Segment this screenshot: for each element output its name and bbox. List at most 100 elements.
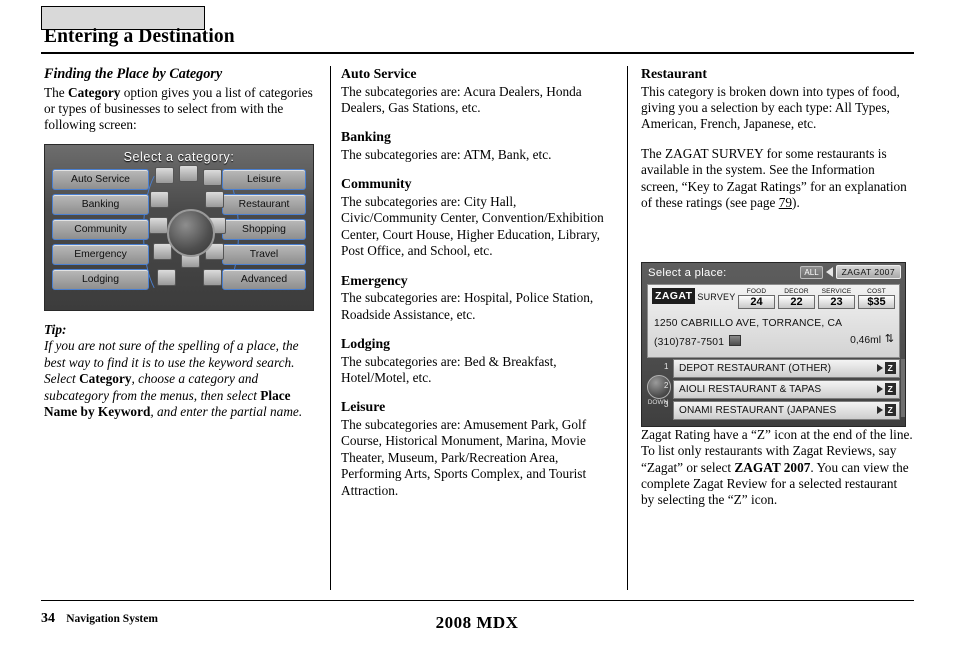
- category-button-emergency[interactable]: Emergency: [52, 244, 149, 265]
- zagat-scores: FOOD 24 DECOR 22 SERVICE 23 COST $35: [738, 288, 895, 309]
- subheading-restaurant: Restaurant: [641, 66, 707, 81]
- category-button-auto-service[interactable]: Auto Service: [52, 169, 149, 190]
- section-heading-finding-place: Finding the Place by Category: [44, 66, 223, 82]
- warning-icon: [153, 243, 172, 260]
- zagat-score-cost-label: COST: [867, 288, 886, 295]
- place-item-number-2: 2: [664, 381, 669, 390]
- place-item-name-2: AIOLI RESTAURANT & TAPAS: [679, 384, 822, 395]
- zagat-score-cost-value: $35: [858, 295, 895, 309]
- place-item-number-1: 1: [664, 362, 669, 371]
- column-divider-1: [330, 66, 331, 590]
- select-a-category-screen: Select a category: Auto Service Banking …: [44, 144, 314, 311]
- category-button-shopping[interactable]: Shopping: [222, 219, 306, 240]
- select-a-place-screen: Select a place: ALL ZAGAT 2007 ZAGAT SUR…: [641, 262, 906, 427]
- category-button-community[interactable]: Community: [52, 219, 149, 240]
- subheading-auto-service: Auto Service: [341, 66, 417, 81]
- manual-page: Entering a Destination Finding the Place…: [0, 0, 954, 652]
- subheading-emergency: Emergency: [341, 272, 408, 288]
- intro-pre: The: [44, 84, 68, 100]
- list-item[interactable]: ONAMI RESTAURANT (JAPANES Z: [673, 401, 900, 420]
- tip-label: Tip:: [44, 321, 67, 337]
- paragraph-restaurant-types: This category is broken down into types …: [641, 83, 900, 132]
- zagat-survey-word: SURVEY: [697, 292, 736, 302]
- zagat-2007-button[interactable]: ZAGAT 2007: [835, 265, 901, 279]
- compass-icon: ⇅: [884, 333, 894, 345]
- subheading-lodging: Lodging: [341, 336, 391, 352]
- category-button-restaurant[interactable]: Restaurant: [222, 194, 306, 215]
- zagat-para-part-b: ).: [792, 195, 800, 211]
- basket-icon: [205, 191, 224, 208]
- zagat-rating-row: ZAGAT SURVEY FOOD 24 DECOR 22 SERVICE 23: [652, 288, 895, 314]
- list-item[interactable]: DEPOT RESTAURANT (OTHER) Z: [673, 359, 900, 378]
- zagat-score-food: FOOD 24: [738, 288, 775, 309]
- zagat-score-service-value: 23: [818, 295, 855, 309]
- zagat-z-badge-3: Z: [884, 404, 896, 416]
- select-place-bold-zagat-2007: ZAGAT 2007: [734, 459, 811, 475]
- zagat-logo: ZAGAT: [652, 288, 696, 304]
- place-phone: (310)787-7501: [654, 335, 742, 348]
- umbrella-icon: [203, 169, 222, 186]
- tree-icon: [179, 165, 198, 182]
- subheading-community: Community: [341, 176, 412, 192]
- zagat-score-food-value: 24: [738, 295, 775, 309]
- zagat-z-icon-2[interactable]: Z: [876, 383, 896, 395]
- zagat-z-icon-3[interactable]: Z: [876, 404, 896, 416]
- zagat-score-cost: COST $35: [858, 288, 895, 309]
- place-item-name-3: ONAMI RESTAURANT (JAPANES: [679, 405, 837, 416]
- zagat-score-service: SERVICE 23: [818, 288, 855, 309]
- subheading-leisure: Leisure: [341, 399, 386, 415]
- title-divider: [41, 52, 914, 54]
- intro-bold: Category: [68, 84, 121, 100]
- place-phone-number: (310)787-7501: [654, 337, 725, 348]
- place-screen-titlebar: Select a place: ALL ZAGAT 2007: [642, 263, 905, 282]
- category-button-leisure[interactable]: Leisure: [222, 169, 306, 190]
- phone-icon: [729, 335, 742, 346]
- place-item-number-3: 3: [664, 400, 669, 409]
- place-item-name-1: DEPOT RESTAURANT (OTHER): [679, 363, 832, 374]
- zagat-score-decor-label: DECOR: [784, 288, 809, 295]
- paragraph-banking: The subcategories are: ATM, Bank, etc.: [341, 147, 552, 162]
- footer-divider: [41, 600, 914, 601]
- zagat-score-service-label: SERVICE: [821, 288, 852, 295]
- hospital-icon: [149, 217, 168, 234]
- tip-part-3: , and enter the partial name.: [150, 404, 303, 420]
- zagat-z-icon-1[interactable]: Z: [876, 362, 896, 374]
- place-address: 1250 CABRILLO AVE, TORRANCE, CA: [654, 318, 843, 329]
- page-reference-link[interactable]: 79: [779, 195, 792, 210]
- intro-paragraph: The Category option gives you a list of …: [44, 85, 318, 134]
- all-filter-button[interactable]: ALL: [800, 265, 823, 279]
- place-screen-title: Select a place:: [648, 266, 727, 279]
- gear-icon: [203, 269, 222, 286]
- category-button-advanced[interactable]: Advanced: [222, 269, 306, 290]
- paragraph-community: The subcategories are: City Hall, Civic/…: [341, 194, 604, 259]
- category-button-travel[interactable]: Travel: [222, 244, 306, 265]
- paragraph-auto-service: The subcategories are: Acura Dealers, Ho…: [341, 83, 582, 115]
- paragraph-emergency: The subcategories are: Hospital, Police …: [341, 290, 594, 322]
- category-button-banking[interactable]: Banking: [52, 194, 149, 215]
- place-distance: 0,46ml: [850, 335, 881, 346]
- place-result-list: DEPOT RESTAURANT (OTHER) Z AIOLI RESTAUR…: [673, 359, 900, 422]
- zagat-score-decor-value: 22: [778, 295, 815, 309]
- gas-pump-icon: [155, 167, 174, 184]
- category-screen-title: Select a category:: [123, 150, 235, 164]
- category-button-lodging[interactable]: Lodging: [52, 269, 149, 290]
- list-item[interactable]: AIOLI RESTAURANT & TAPAS Z: [673, 380, 900, 399]
- column-2: Auto Service The subcategories are: Acur…: [341, 66, 611, 512]
- paragraph-zagat-survey: The ZAGAT SURVEY for some restaurants is…: [641, 146, 913, 212]
- selector-knob-icon[interactable]: [167, 209, 215, 257]
- subheading-banking: Banking: [341, 129, 391, 145]
- page-title: Entering a Destination: [44, 26, 235, 47]
- prev-arrow-icon[interactable]: [825, 267, 833, 277]
- category-icon-cluster: [149, 165, 226, 295]
- zagat-z-badge-2: Z: [884, 383, 896, 395]
- footer-model: 2008 MDX: [435, 613, 519, 632]
- zagat-para-part-a: The ZAGAT SURVEY for some restaurants is…: [641, 145, 907, 211]
- zagat-score-food-label: FOOD: [746, 288, 767, 295]
- bed-icon: [157, 269, 176, 286]
- paragraph-lodging: The subcategories are: Bed & Breakfast, …: [341, 353, 557, 386]
- bank-icon: [150, 191, 169, 208]
- place-list-scrollbar[interactable]: [901, 359, 905, 417]
- column-divider-2: [627, 66, 628, 590]
- tip-text: If you are not sure of the spelling of a…: [44, 338, 318, 420]
- paragraph-leisure: The subcategories are: Amusement Park, G…: [341, 417, 587, 498]
